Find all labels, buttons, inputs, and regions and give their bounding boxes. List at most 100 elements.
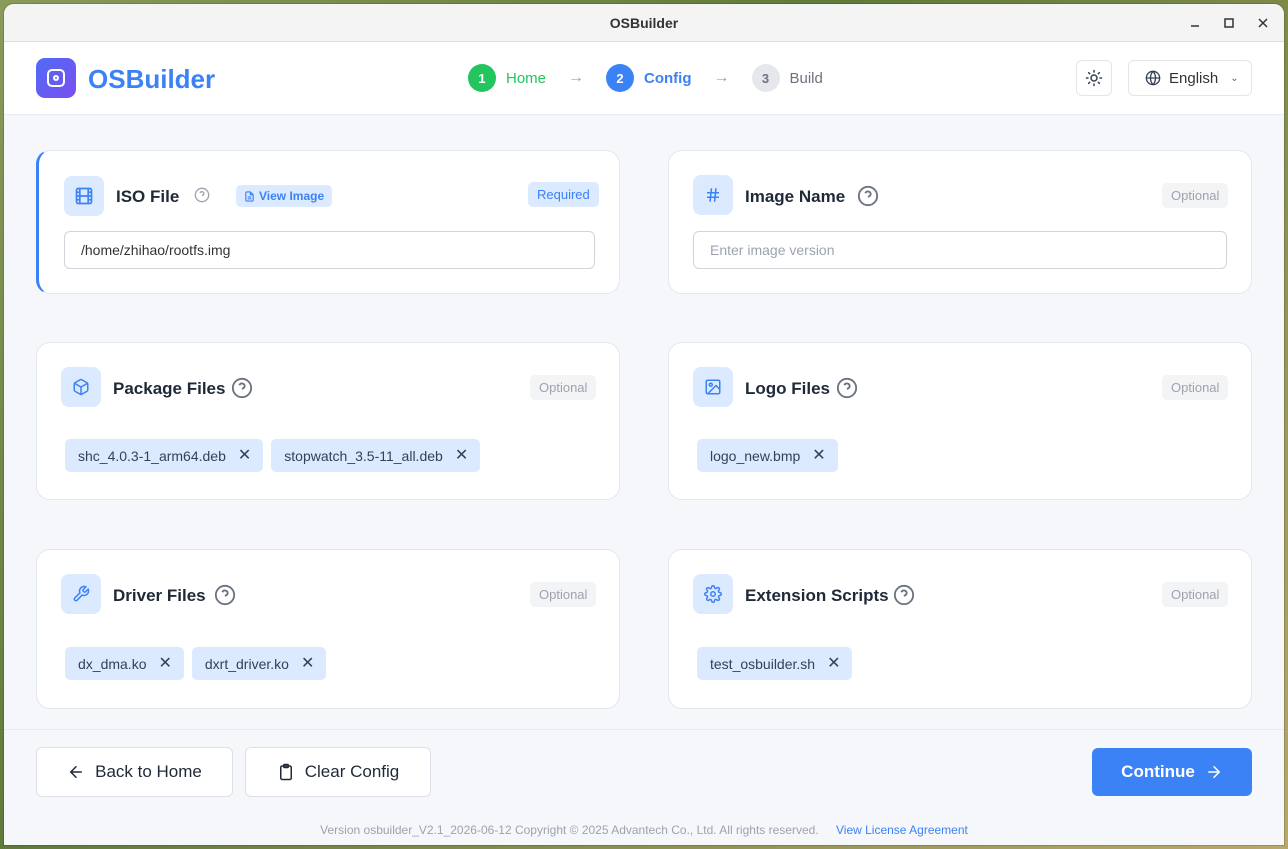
arrow-right-icon: → bbox=[713, 69, 730, 86]
gear-icon bbox=[693, 574, 733, 614]
clipboard-icon bbox=[279, 763, 292, 781]
package-file-list: shc_4.0.3-1_arm64.deb ✕ stopwatch_3.5-11… bbox=[65, 439, 481, 472]
step-number: 1 bbox=[468, 64, 496, 92]
file-chip: dxrt_driver.ko ✕ bbox=[191, 647, 327, 680]
remove-icon[interactable]: ✕ bbox=[455, 447, 468, 464]
wrench-icon bbox=[61, 574, 101, 614]
script-file-list: test_osbuilder.sh ✕ bbox=[697, 647, 853, 680]
image-icon bbox=[693, 367, 733, 407]
image-version-input[interactable] bbox=[693, 231, 1227, 269]
driver-file-list: dx_dma.ko ✕ dxrt_driver.ko ✕ bbox=[65, 647, 327, 680]
image-name-card: Image Name Optional bbox=[668, 150, 1252, 294]
help-icon[interactable] bbox=[893, 584, 915, 606]
card-title: Driver Files bbox=[113, 586, 206, 605]
file-chip: logo_new.bmp ✕ bbox=[697, 439, 838, 472]
clear-config-button[interactable]: Clear Config bbox=[245, 747, 431, 797]
language-label: English bbox=[1169, 69, 1219, 87]
optional-badge: Optional bbox=[530, 375, 597, 400]
required-badge: Required bbox=[528, 182, 599, 207]
film-icon bbox=[64, 176, 104, 216]
optional-badge: Optional bbox=[530, 582, 597, 607]
app-window: OSBuilder OSBuilder 1 Home → 2 Config → … bbox=[4, 4, 1284, 845]
file-chip-label: dx_dma.ko bbox=[78, 655, 147, 672]
window-controls bbox=[1180, 4, 1278, 42]
theme-toggle-button[interactable] bbox=[1076, 60, 1112, 96]
step-config[interactable]: 2 Config bbox=[606, 64, 692, 92]
extension-scripts-card: Extension Scripts Optional test_osbuilde… bbox=[668, 549, 1252, 709]
package-files-card: Package Files Optional shc_4.0.3-1_arm64… bbox=[36, 342, 620, 500]
remove-icon[interactable]: ✕ bbox=[827, 655, 840, 672]
file-chip: stopwatch_3.5-11_all.deb ✕ bbox=[271, 439, 481, 472]
file-chip-label: test_osbuilder.sh bbox=[710, 655, 816, 672]
app-header: OSBuilder 1 Home → 2 Config → 3 Build En… bbox=[4, 42, 1284, 115]
optional-badge: Optional bbox=[1162, 375, 1229, 400]
view-image-label: View Image bbox=[259, 189, 325, 203]
maximize-icon bbox=[1224, 18, 1234, 28]
card-title: Package Files bbox=[113, 379, 226, 398]
language-select[interactable]: English ⌄ bbox=[1128, 60, 1252, 96]
minimize-button[interactable] bbox=[1180, 8, 1210, 38]
app-name: OSBuilder bbox=[88, 64, 216, 94]
back-to-home-label: Back to Home bbox=[95, 762, 202, 781]
footer-bar: Back to Home Clear Config Continue Versi… bbox=[4, 729, 1284, 845]
box-icon bbox=[61, 367, 101, 407]
help-icon[interactable] bbox=[194, 187, 210, 203]
document-icon bbox=[245, 190, 254, 202]
maximize-button[interactable] bbox=[1214, 8, 1244, 38]
minimize-icon bbox=[1191, 25, 1199, 27]
iso-path-input[interactable] bbox=[64, 231, 595, 269]
file-chip-label: logo_new.bmp bbox=[710, 447, 801, 464]
step-number: 2 bbox=[606, 64, 635, 92]
window-title: OSBuilder bbox=[609, 14, 679, 31]
back-to-home-button[interactable]: Back to Home bbox=[36, 747, 233, 797]
step-number: 3 bbox=[751, 64, 780, 92]
stepper: 1 Home → 2 Config → 3 Build bbox=[468, 64, 823, 92]
step-label: Config bbox=[644, 69, 692, 87]
remove-icon[interactable]: ✕ bbox=[301, 655, 314, 672]
step-build[interactable]: 3 Build bbox=[751, 64, 823, 92]
globe-icon bbox=[1145, 70, 1161, 86]
logo-files-card: Logo Files Optional logo_new.bmp ✕ bbox=[668, 342, 1252, 500]
arrow-left-icon bbox=[69, 766, 83, 778]
iso-file-card: ISO File View Image Required bbox=[36, 150, 620, 294]
card-title: ISO File bbox=[116, 187, 180, 206]
license-link[interactable]: View License Agreement bbox=[836, 823, 968, 837]
sun-icon bbox=[1085, 69, 1103, 87]
copyright-text: Version osbuilder_V2.1_2026-06-12 Copyri… bbox=[320, 823, 819, 837]
step-label: Build bbox=[789, 69, 823, 87]
optional-badge: Optional bbox=[1162, 183, 1229, 208]
file-chip-label: dxrt_driver.ko bbox=[204, 655, 289, 672]
optional-badge: Optional bbox=[1162, 582, 1229, 607]
driver-files-card: Driver Files Optional dx_dma.ko ✕ dxrt_d… bbox=[36, 549, 620, 709]
arrow-right-icon bbox=[1207, 766, 1221, 778]
copyright-line: Version osbuilder_V2.1_2026-06-12 Copyri… bbox=[4, 823, 1284, 837]
continue-label: Continue bbox=[1121, 762, 1195, 781]
help-icon[interactable] bbox=[836, 377, 858, 399]
remove-icon[interactable]: ✕ bbox=[812, 447, 825, 464]
hash-icon bbox=[693, 175, 733, 215]
file-chip: dx_dma.ko ✕ bbox=[65, 647, 184, 680]
help-icon[interactable] bbox=[231, 377, 253, 399]
app-logo-icon bbox=[36, 58, 76, 98]
file-chip: test_osbuilder.sh ✕ bbox=[697, 647, 853, 680]
card-title: Logo Files bbox=[745, 379, 830, 398]
view-image-button[interactable]: View Image bbox=[236, 185, 333, 207]
step-label: Home bbox=[506, 69, 547, 87]
title-bar: OSBuilder bbox=[4, 4, 1284, 42]
close-button[interactable] bbox=[1248, 8, 1278, 38]
step-home[interactable]: 1 Home bbox=[468, 64, 546, 92]
close-icon bbox=[1258, 18, 1268, 28]
help-icon[interactable] bbox=[214, 584, 236, 606]
remove-icon[interactable]: ✕ bbox=[238, 447, 251, 464]
file-chip-label: shc_4.0.3-1_arm64.deb bbox=[78, 447, 226, 464]
remove-icon[interactable]: ✕ bbox=[158, 655, 171, 672]
logo-file-list: logo_new.bmp ✕ bbox=[697, 439, 838, 472]
chevron-down-icon: ⌄ bbox=[1230, 72, 1239, 84]
clear-config-label: Clear Config bbox=[304, 762, 400, 781]
card-title: Image Name bbox=[745, 187, 846, 206]
file-chip: shc_4.0.3-1_arm64.deb ✕ bbox=[65, 439, 264, 472]
continue-button[interactable]: Continue bbox=[1092, 748, 1252, 796]
help-icon[interactable] bbox=[857, 185, 879, 207]
file-chip-label: stopwatch_3.5-11_all.deb bbox=[284, 447, 443, 464]
card-title: Extension Scripts bbox=[745, 586, 889, 605]
